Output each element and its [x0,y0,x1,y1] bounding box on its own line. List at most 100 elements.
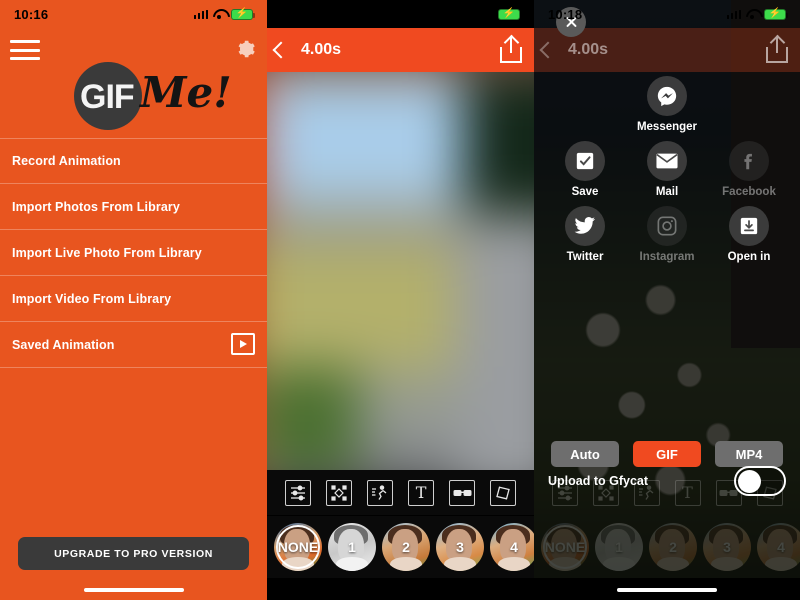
panel-share-sheet: 10:18 ⚡ 4.00s Messenger Save Mail Facebo… [534,0,800,600]
status-icons: ⚡ [460,8,523,20]
share-target-messenger[interactable]: Messenger [626,76,708,133]
battery-charging-icon: ⚡ [231,8,256,20]
logo-gif-text: GIF [80,78,135,116]
panel-editor: 10:18 ⚡ 4.00s T NONE 1 2 3 4 [267,0,534,600]
share-target-mail[interactable]: Mail [626,141,708,198]
app-logo: GIF Me! [0,60,267,132]
main-menu-list: Record Animation Import Photos From Libr… [0,138,267,368]
menu-item-label: Import Live Photo From Library [12,245,202,260]
share-upload-icon[interactable] [766,34,788,63]
share-target-open-in[interactable]: Open in [708,206,790,263]
toggle-knob [738,470,761,493]
status-bar-panel1: 10:16 ⚡ [0,0,267,28]
speed-motion-icon[interactable] [366,479,393,506]
share-target-label: Mail [655,186,679,198]
filter-label: 3 [456,539,464,555]
share-target-label: Open in [727,251,771,263]
share-row-1: Messenger [534,76,800,141]
editor-header: 4.00s [267,28,534,72]
status-clock: 10:16 [14,6,49,22]
filter-thumb-3[interactable]: 3 [436,523,484,571]
perspective-rotate-icon[interactable] [490,479,517,506]
mail-envelope-icon [647,141,687,181]
format-button-mp4[interactable]: MP4 [715,441,783,467]
format-label: GIF [656,446,678,462]
instagram-icon [647,206,687,246]
logo-me-text: Me! [140,68,232,117]
menu-item-import-photos[interactable]: Import Photos From Library [0,184,267,230]
share-target-twitter[interactable]: Twitter [544,206,626,263]
status-bar-panel3: 10:18 ⚡ [534,0,800,28]
upload-to-gfycat-row: Upload to Gfycat [548,466,786,496]
filter-thumb-none[interactable]: NONE [274,523,322,571]
upload-toggle-switch[interactable] [734,466,786,496]
menu-item-import-video[interactable]: Import Video From Library [0,276,267,322]
menu-item-label: Saved Animation [12,337,115,352]
upgrade-to-pro-button[interactable]: UPGRADE TO PRO VERSION [18,537,249,570]
share-row-3: Twitter Instagram Open in [534,206,800,271]
crop-icon[interactable] [325,479,352,506]
twitter-bird-icon [565,206,605,246]
share-target-facebook[interactable]: Facebook [708,141,790,198]
status-icons: ⚡ [726,8,789,20]
status-clock: 10:18 [281,6,316,22]
status-icons: ⚡ [193,8,256,20]
filter-label: NONE [544,539,586,555]
panel2-bottom-bar [267,578,534,600]
duration-label: 4.00s [568,41,609,58]
three-panel-screenshot: 10:16 ⚡ GIF Me! Record Animation Import … [0,0,800,600]
share-target-instagram[interactable]: Instagram [626,206,708,263]
menu-item-record-animation[interactable]: Record Animation [0,138,267,184]
wifi-icon [746,9,759,20]
share-target-label: Twitter [566,251,604,263]
signal-bars-icon [726,9,741,19]
wifi-icon [480,9,493,20]
filter-label: 1 [615,539,623,555]
filter-label: 4 [777,539,785,555]
share-row-2: Save Mail Facebook [534,141,800,206]
filter-thumb-none: NONE [541,523,589,571]
film-play-icon [231,333,255,355]
share-target-label: Facebook [722,186,776,198]
format-button-auto[interactable]: Auto [551,441,619,467]
hamburger-menu-icon[interactable] [10,40,40,60]
filter-thumb-1[interactable]: 1 [328,523,376,571]
filter-thumb-2[interactable]: 2 [382,523,430,571]
text-icon[interactable]: T [408,479,435,506]
filter-label: 4 [510,539,518,555]
share-target-save[interactable]: Save [544,141,626,198]
menu-item-label: Import Photos From Library [12,199,180,214]
filter-label: 1 [348,539,356,555]
filter-label: 2 [669,539,677,555]
wifi-icon [213,9,226,20]
filter-thumb-3: 3 [703,523,751,571]
home-indicator [83,588,184,592]
filter-thumb-4[interactable]: 4 [490,523,534,571]
filter-label: 2 [402,539,410,555]
filter-thumb-4: 4 [757,523,800,571]
menu-item-saved-animation[interactable]: Saved Animation [0,322,267,368]
format-label: Auto [570,446,600,462]
stickers-glasses-icon[interactable] [449,479,476,506]
gear-icon[interactable] [235,38,257,60]
messenger-icon [647,76,687,116]
gif-preview[interactable] [267,72,534,470]
editor-toolbar: T [267,470,534,515]
filter-thumb-2: 2 [649,523,697,571]
filter-thumb-1: 1 [595,523,643,571]
share-upload-icon[interactable] [500,34,522,63]
duration-label: 4.00s [301,41,342,58]
upgrade-button-label: UPGRADE TO PRO VERSION [54,547,213,560]
open-in-download-icon [729,206,769,246]
format-button-gif[interactable]: GIF [633,441,701,467]
menu-item-import-live-photo[interactable]: Import Live Photo From Library [0,230,267,276]
share-targets-grid: Messenger Save Mail Facebook Twitter Ins… [534,76,800,271]
menu-item-label: Record Animation [12,154,121,168]
chevron-left-icon[interactable] [272,41,290,59]
filter-strip-behind: NONE 1 2 3 4 [534,516,800,578]
save-checkbox-icon [565,141,605,181]
adjust-sliders-icon[interactable] [284,479,311,506]
filter-label: 3 [723,539,731,555]
filter-strip[interactable]: NONE 1 2 3 4 [267,516,534,578]
share-target-label: Messenger [636,121,698,133]
